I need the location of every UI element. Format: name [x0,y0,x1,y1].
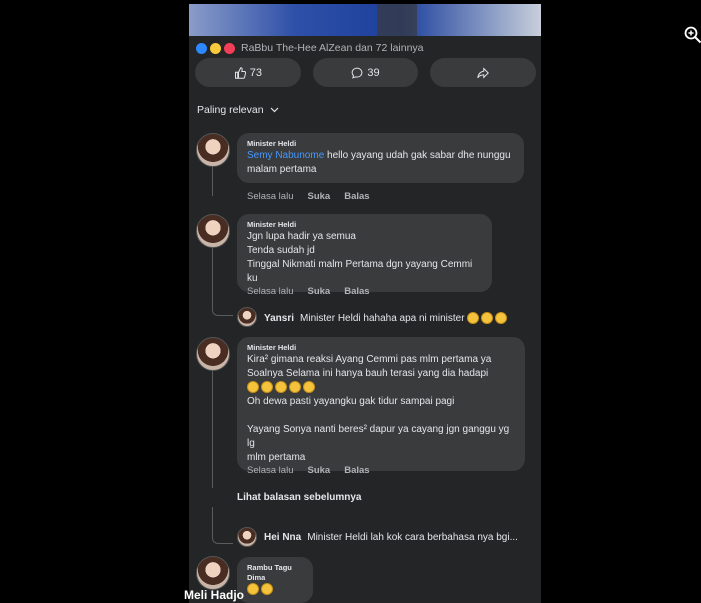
post-photo[interactable] [189,4,541,36]
comment-text-line: Yayang Sonya nanti beres² dapur ya cayan… [247,424,510,449]
thread-line [212,166,213,196]
reply-item: Yansri Minister Heldi hahaha apa ni mini… [264,312,509,324]
like-link[interactable]: Suka [307,286,330,297]
share-icon [477,66,490,79]
comment-sort-dropdown[interactable]: Paling relevan [197,104,279,116]
comment-button[interactable]: 39 [312,58,419,87]
thread-line [212,507,233,544]
laughing-emoji-icon [275,381,287,394]
reply-link[interactable]: Balas [344,191,369,202]
laughing-emoji-icon [247,583,259,596]
uploader-name: Meli Hadjo [184,588,245,602]
sort-label: Paling relevan [197,104,264,116]
laughing-emoji-icon [261,583,273,596]
like-link[interactable]: Suka [307,191,330,202]
comment-bubble: Minister Heldi Semy Nabunome hello yayan… [237,133,524,183]
facebook-post-screen: RaBbu The-Hee AlZean dan 72 lainnya 73 3… [189,4,541,603]
comment-text-line: Jgn lupa hadir ya semua [247,231,356,242]
avatar[interactable] [196,214,230,248]
laughing-emoji-icon [261,381,273,394]
thread-line [212,247,233,316]
comment-text-line: mlm pertama [247,452,306,463]
reply-item: Hei Nna Minister Heldi lah kok cara berb… [264,532,518,543]
reaction-text: RaBbu The-Hee AlZean dan 72 lainnya [241,42,424,54]
comment-time: Selasa lalu [247,191,294,202]
comment-time: Selasa lalu [247,465,294,476]
post-actions: 73 39 [195,58,537,87]
commenter-name[interactable]: Minister Heldi [247,220,482,230]
emoji-row [247,583,303,597]
comment-count: 39 [367,66,380,79]
comment-text-line: Soalnya Selama ini hanya bauh terasi yan… [247,368,489,379]
reply-text: Minister Heldi hahaha apa ni minister [300,312,465,324]
comment-icon [352,67,363,79]
avatar[interactable] [237,527,257,547]
like-count: 73 [249,66,262,79]
reply-author[interactable]: Hei Nna [264,532,301,543]
commenter-name[interactable]: Rambu Tagu Dima [247,563,303,583]
avatar[interactable] [237,307,257,327]
haha-reaction-icon [209,41,222,55]
love-reaction-icon [223,41,236,55]
reply-text: Minister Heldi lah kok cara berbahasa ny… [307,532,518,543]
mention-link[interactable]: Semy Nabunome [247,150,324,161]
laughing-emoji-icon [494,312,507,324]
commenter-name[interactable]: Minister Heldi [247,139,514,149]
avatar[interactable] [196,337,230,371]
commenter-name[interactable]: Minister Heldi [247,343,515,353]
share-button[interactable] [430,58,537,87]
laughing-emoji-icon [289,381,301,394]
chevron-down-icon [270,107,278,113]
comment-bubble: Minister Heldi Kira² gimana reaksi Ayang… [237,337,525,471]
view-previous-replies-link[interactable]: Lihat balasan sebelumnya [237,492,362,503]
laughing-emoji-icon [466,312,479,324]
like-link[interactable]: Suka [307,465,330,476]
comment-bubble: Rambu Tagu Dima [237,557,313,603]
comment-time: Selasa lalu [247,286,294,297]
thumbs-up-icon [234,66,246,79]
reply-author[interactable]: Yansri [264,313,294,324]
laughing-emoji-icon [303,381,315,394]
comment-text-line: Tenda sudah jd [247,245,315,256]
like-reaction-icon [195,41,208,55]
zoom-in-icon[interactable] [684,26,701,44]
comment-text-line: Kira² gimana reaksi Ayang Cemmi pas mlm … [247,354,492,365]
laughing-emoji-icon [480,312,493,324]
reply-link[interactable]: Balas [344,465,369,476]
emoji-row [247,381,515,395]
comment-bubble: Minister Heldi Jgn lupa hadir ya semua T… [237,214,492,292]
comment-text-line: Oh dewa pasti yayangku gak tidur sampai … [247,396,455,407]
comment-meta: Selasa lalu Suka Balas [247,465,370,476]
avatar[interactable] [196,133,230,167]
reaction-summary[interactable]: RaBbu The-Hee AlZean dan 72 lainnya [195,40,424,56]
comment-text-line: Tinggal Nikmati malm Pertama dgn yayang … [247,259,473,284]
thread-line [212,370,213,488]
reply-link[interactable]: Balas [344,286,369,297]
laughing-emoji-icon [247,381,259,394]
like-button[interactable]: 73 [195,58,301,87]
comment-meta: Selasa lalu Suka Balas [247,286,370,297]
comment-meta: Selasa lalu Suka Balas [247,191,370,202]
avatar[interactable] [196,556,230,590]
